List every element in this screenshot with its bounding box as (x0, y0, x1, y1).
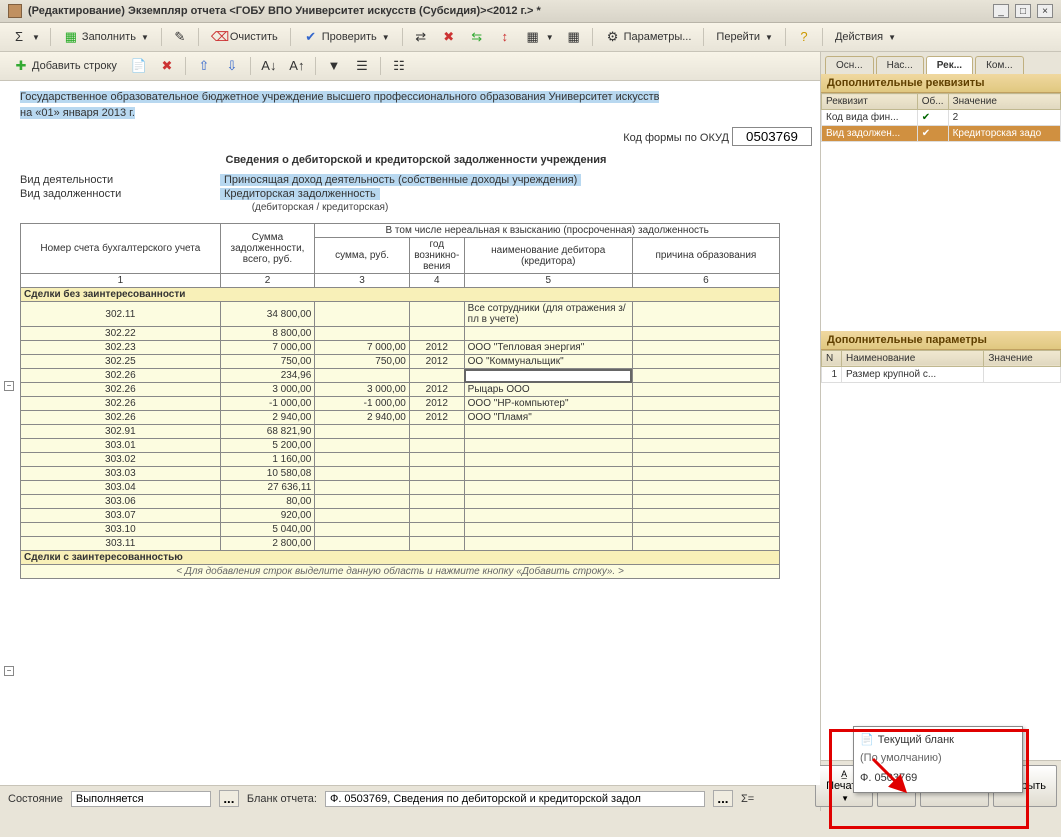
col-group: В том числе нереальная к взысканию (прос… (315, 224, 780, 238)
main-toolbar: Σ▼ ▦Заполнить▼ ✎ ⌫Очистить ✔Проверить▼ ⇄… (0, 23, 1061, 52)
tab-requisites[interactable]: Рек... (926, 56, 973, 74)
table-row[interactable]: 303.0427 636,11 (21, 481, 780, 495)
tab-settings[interactable]: Нас... (876, 56, 924, 74)
tool-icon-4[interactable]: ↕ (492, 26, 518, 48)
form-label: Бланк отчета: (247, 793, 317, 805)
col-debtor: наименование дебитора (кредитора) (464, 238, 632, 274)
goto-button[interactable]: Перейти▼ (709, 28, 780, 46)
secondary-toolbar: ✚Добавить строку 📄 ✖ ⇧ ⇩ A↓ A↑ ▼ ☰ ☷ (0, 52, 820, 81)
params-grid[interactable]: NНаименованиеЗначение 1Размер крупной с.… (821, 350, 1061, 383)
sigma-label: Σ= (741, 793, 754, 805)
table-row[interactable]: 302.228 800,00 (21, 327, 780, 341)
table-row[interactable]: 303.0680,00 (21, 495, 780, 509)
close-button[interactable]: × (1037, 4, 1053, 18)
collapse-section-1[interactable]: − (4, 381, 14, 391)
tool-icon-6[interactable]: ▦ (561, 26, 587, 48)
panel-params-title: Дополнительные параметры (821, 331, 1061, 350)
col-reason: причина образования (632, 238, 779, 274)
param-row: 1Размер крупной с... (822, 366, 1061, 382)
tool-icon-5[interactable]: ▦▼ (520, 26, 559, 48)
fill-button[interactable]: ▦Заполнить▼ (56, 26, 156, 48)
window-title: (Редактирование) Экземпляр отчета <ГОБУ … (28, 5, 987, 17)
state-picker[interactable]: ... (219, 790, 239, 807)
form-input[interactable] (325, 791, 705, 807)
table-row[interactable]: 302.237 000,007 000,002012ООО "Тепловая … (21, 341, 780, 355)
app-icon (8, 4, 22, 18)
table-row[interactable]: 302.26-1 000,00-1 000,002012ООО "НР-комп… (21, 397, 780, 411)
activity-label: Вид деятельности (20, 174, 220, 186)
tab-main[interactable]: Осн... (825, 56, 874, 74)
copy-row-button[interactable]: 📄 (126, 55, 152, 77)
delete-row-button[interactable]: ✖ (154, 55, 180, 77)
popup-default[interactable]: (По умолчанию) (858, 748, 1018, 768)
requisites-grid[interactable]: РеквизитОб...Значение Код вида фин...✔2 … (821, 93, 1061, 142)
org-name: Государственное образовательное бюджетно… (20, 91, 659, 103)
hint-row: < Для добавления строк выделите данную о… (21, 565, 780, 579)
section-row: Сделки с заинтересованностью (21, 551, 780, 565)
minimize-button[interactable]: _ (993, 4, 1009, 18)
form-picker[interactable]: ... (713, 790, 733, 807)
sort-desc-button[interactable]: A↑ (284, 55, 310, 77)
status-bar: Состояние ... Бланк отчета: ... Σ= (0, 785, 820, 811)
okud-label: Код формы по ОКУД (623, 132, 729, 144)
section-row: Сделки без заинтересованности (21, 288, 780, 302)
debt-sublabel: (дебиторская / кредиторская) (220, 202, 420, 213)
table-row[interactable]: 303.015 200,00 (21, 439, 780, 453)
sigma-button[interactable]: Σ▼ (6, 26, 45, 48)
actions-button[interactable]: Действия▼ (828, 28, 903, 46)
table-row[interactable]: 302.26234,96 (21, 369, 780, 383)
pencil-button[interactable]: ✎ (167, 26, 193, 48)
params-button[interactable]: ⚙Параметры... (598, 26, 699, 48)
table-row[interactable]: 303.07920,00 (21, 509, 780, 523)
tool-icon-1[interactable]: ⇄ (408, 26, 434, 48)
col-sum2: сумма, руб. (315, 238, 410, 274)
move-down-button[interactable]: ⇩ (219, 55, 245, 77)
panel-requisites-title: Дополнительные реквизиты (821, 74, 1061, 93)
table-row[interactable]: 303.105 040,00 (21, 523, 780, 537)
help-button[interactable]: ? (791, 26, 817, 48)
requisite-row: Код вида фин...✔2 (822, 110, 1061, 126)
report-subtitle: Сведения о дебиторской и кредиторской за… (20, 154, 812, 166)
debt-value: Кредиторская задолженность (220, 188, 380, 200)
table-row[interactable]: 302.1134 800,00Все сотрудники (для отраж… (21, 302, 780, 327)
filter-button[interactable]: ▼ (321, 55, 347, 77)
tool-icon-2[interactable]: ✖ (436, 26, 462, 48)
titlebar: (Редактирование) Экземпляр отчета <ГОБУ … (0, 0, 1061, 23)
doc-icon: 📄 (860, 733, 874, 746)
table-row[interactable]: 302.9168 821,90 (21, 425, 780, 439)
state-input[interactable] (71, 791, 211, 807)
table-row[interactable]: 303.112 800,00 (21, 537, 780, 551)
move-up-button[interactable]: ⇧ (191, 55, 217, 77)
check-button[interactable]: ✔Проверить▼ (296, 26, 397, 48)
col-account: Номер счета бухгалтерского учета (21, 224, 221, 274)
tool-y-button[interactable]: ☷ (386, 55, 412, 77)
main-table[interactable]: Номер счета бухгалтерского учета Сумма з… (20, 223, 780, 579)
document-area: Государственное образовательное бюджетно… (0, 81, 820, 785)
requisite-row-selected: Вид задолжен...✔Кредиторская задо (822, 126, 1061, 142)
table-row[interactable]: 302.262 940,002 940,002012ООО "Пламя" (21, 411, 780, 425)
col-year: год возникно-вения (409, 238, 464, 274)
tab-comment[interactable]: Ком... (975, 56, 1024, 74)
table-row[interactable]: 302.263 000,003 000,002012Рыцарь ООО (21, 383, 780, 397)
popup-title: Текущий бланк (878, 734, 954, 746)
clear-button[interactable]: ⌫Очистить (204, 26, 285, 48)
right-tabs: Осн... Нас... Рек... Ком... (821, 52, 1061, 74)
collapse-section-2[interactable]: − (4, 666, 14, 676)
tool-x-button[interactable]: ☰ (349, 55, 375, 77)
maximize-button[interactable]: □ (1015, 4, 1031, 18)
table-row[interactable]: 303.0310 580,08 (21, 467, 780, 481)
table-row[interactable]: 303.021 160,00 (21, 453, 780, 467)
tool-icon-3[interactable]: ⇆ (464, 26, 490, 48)
okud-input[interactable] (732, 127, 812, 146)
activity-value: Приносящая доход деятельность (собственн… (220, 174, 581, 186)
print-popup[interactable]: 📄 Текущий бланк (По умолчанию) Ф. 0503769 (853, 726, 1023, 793)
state-label: Состояние (8, 793, 63, 805)
sort-asc-button[interactable]: A↓ (256, 55, 282, 77)
popup-item[interactable]: Ф. 0503769 (858, 768, 1018, 788)
report-date: на «01» января 2013 г. (20, 107, 135, 119)
col-sum: Сумма задолженности, всего, руб. (220, 224, 315, 274)
debt-label: Вид задолженности (20, 188, 220, 200)
table-row[interactable]: 302.25750,00750,002012ОО "Коммунальщик" (21, 355, 780, 369)
add-row-button[interactable]: ✚Добавить строку (6, 55, 124, 77)
